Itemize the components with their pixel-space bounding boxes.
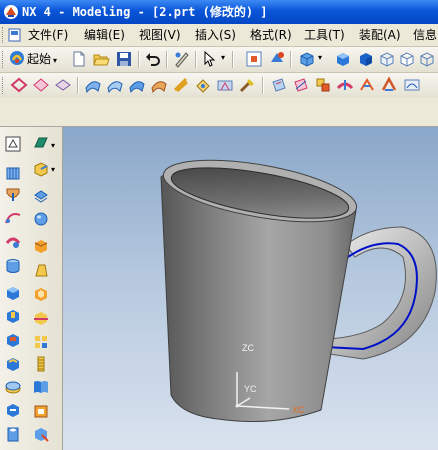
- mug-model[interactable]: [63, 127, 438, 450]
- save-icon[interactable]: [115, 50, 133, 68]
- chamfer-icon[interactable]: [32, 237, 50, 255]
- block-icon[interactable]: [4, 284, 22, 302]
- curve-mesh-icon[interactable]: [150, 76, 168, 94]
- wireframe-view-icon[interactable]: [378, 50, 396, 68]
- toolbar-grip-2[interactable]: [2, 77, 6, 94]
- start-dropdown-icon: ▾: [53, 56, 58, 65]
- menu-tools[interactable]: 工具(T): [304, 24, 345, 46]
- open-folder-icon[interactable]: [92, 50, 110, 68]
- menu-edit[interactable]: 编辑(E): [84, 24, 125, 46]
- bounded-plane-icon[interactable]: [54, 76, 72, 94]
- edit-object-icon[interactable]: [173, 50, 191, 68]
- static-wireframe-icon[interactable]: [418, 50, 436, 68]
- book-icon[interactable]: [32, 378, 50, 396]
- mirror-body-icon[interactable]: [32, 402, 50, 420]
- undo-icon[interactable]: [144, 50, 162, 68]
- sphere-icon[interactable]: [32, 210, 50, 228]
- bridge-surface-icon[interactable]: [216, 76, 234, 94]
- trim-sheet-icon[interactable]: [292, 76, 310, 94]
- solid-view-icon[interactable]: [357, 50, 375, 68]
- sew-icon[interactable]: [314, 76, 332, 94]
- thicken-icon[interactable]: [336, 76, 354, 94]
- edge-blend-icon[interactable]: [380, 76, 398, 94]
- draft-icon[interactable]: [32, 261, 50, 279]
- groove-icon[interactable]: [4, 378, 22, 396]
- revolve-icon[interactable]: [4, 186, 22, 204]
- document-menu-icon[interactable]: [8, 28, 22, 42]
- ruled-surface-icon[interactable]: [106, 76, 124, 94]
- hole-icon[interactable]: [4, 425, 22, 443]
- slot-icon[interactable]: [4, 401, 22, 419]
- start-label: 起始: [27, 52, 52, 66]
- datum-plane-icon[interactable]: [32, 135, 50, 153]
- hidden-line-view-icon[interactable]: [398, 50, 416, 68]
- standard-toolbar: 起始 ▾ ▾ ▾: [0, 47, 438, 73]
- menu-view[interactable]: 视图(V): [139, 24, 181, 46]
- nx-app-icon[interactable]: [3, 4, 19, 20]
- brush-surface-icon[interactable]: [238, 76, 256, 94]
- menu-format[interactable]: 格式(R): [250, 24, 292, 46]
- datum-dropdown-icon[interactable]: ▾: [51, 141, 55, 150]
- thread-icon[interactable]: [32, 355, 50, 373]
- pocket-icon[interactable]: [4, 331, 22, 349]
- tube-icon[interactable]: [4, 233, 22, 251]
- new-file-icon[interactable]: [70, 50, 88, 68]
- sketch-icon[interactable]: [4, 135, 22, 153]
- shaded-view-icon[interactable]: [334, 50, 352, 68]
- feature-toolbar: [0, 73, 438, 99]
- menu-info[interactable]: 信息: [413, 24, 437, 46]
- title-bar: NX 4 - Modeling - [2.prt (修改的) ]: [0, 0, 438, 24]
- selection-filter-icon[interactable]: [201, 50, 219, 68]
- menu-insert[interactable]: 插入(S): [195, 24, 236, 46]
- pattern-icon[interactable]: [32, 333, 50, 351]
- extrude-icon[interactable]: [4, 164, 22, 182]
- selection-dropdown-icon[interactable]: ▾: [221, 53, 225, 62]
- rotate-view-icon[interactable]: [268, 50, 286, 68]
- shell-icon[interactable]: [32, 285, 50, 303]
- cylinder-icon[interactable]: [4, 257, 22, 275]
- datum-csys-icon[interactable]: [32, 160, 50, 178]
- left-feature-toolbar: ▾ ▾: [0, 127, 63, 450]
- toolbar-dock-area: [0, 98, 438, 127]
- through-curves-icon[interactable]: [128, 76, 146, 94]
- sketch-curve-icon[interactable]: [10, 76, 28, 94]
- toolbar-grip[interactable]: [2, 51, 6, 68]
- fit-view-icon[interactable]: [245, 50, 263, 68]
- global-shaping-icon[interactable]: [403, 76, 421, 94]
- csys-dropdown-icon[interactable]: ▾: [51, 165, 55, 174]
- menu-assembly[interactable]: 装配(A): [359, 24, 401, 46]
- trim-body-icon[interactable]: [32, 309, 50, 327]
- start-button[interactable]: 起始 ▾: [9, 50, 57, 69]
- law-extension-icon[interactable]: [358, 76, 376, 94]
- scale-body-icon[interactable]: [32, 425, 50, 443]
- boss-icon[interactable]: [4, 307, 22, 325]
- orient-dropdown-icon[interactable]: ▾: [318, 53, 322, 62]
- offset-surface-icon[interactable]: [270, 76, 288, 94]
- start-icon: [10, 51, 24, 65]
- menu-grip[interactable]: [2, 27, 6, 43]
- swept-surface-icon[interactable]: [172, 76, 190, 94]
- menu-bar: 文件(F) 编辑(E) 视图(V) 插入(S) 格式(R) 工具(T) 装配(A…: [0, 24, 438, 47]
- extrude-surface-icon[interactable]: [84, 76, 102, 94]
- orient-view-icon[interactable]: [298, 50, 316, 68]
- sweep-along-guide-icon[interactable]: [4, 209, 22, 227]
- pad-icon[interactable]: [4, 355, 22, 373]
- section-surface-icon[interactable]: [194, 76, 212, 94]
- surface-patch-icon[interactable]: [32, 76, 50, 94]
- blend-icon[interactable]: [32, 187, 50, 205]
- menu-file[interactable]: 文件(F): [28, 24, 68, 46]
- window-title: NX 4 - Modeling - [2.prt (修改的) ]: [22, 5, 268, 19]
- graphics-viewport[interactable]: ZC YC XC: [63, 127, 438, 450]
